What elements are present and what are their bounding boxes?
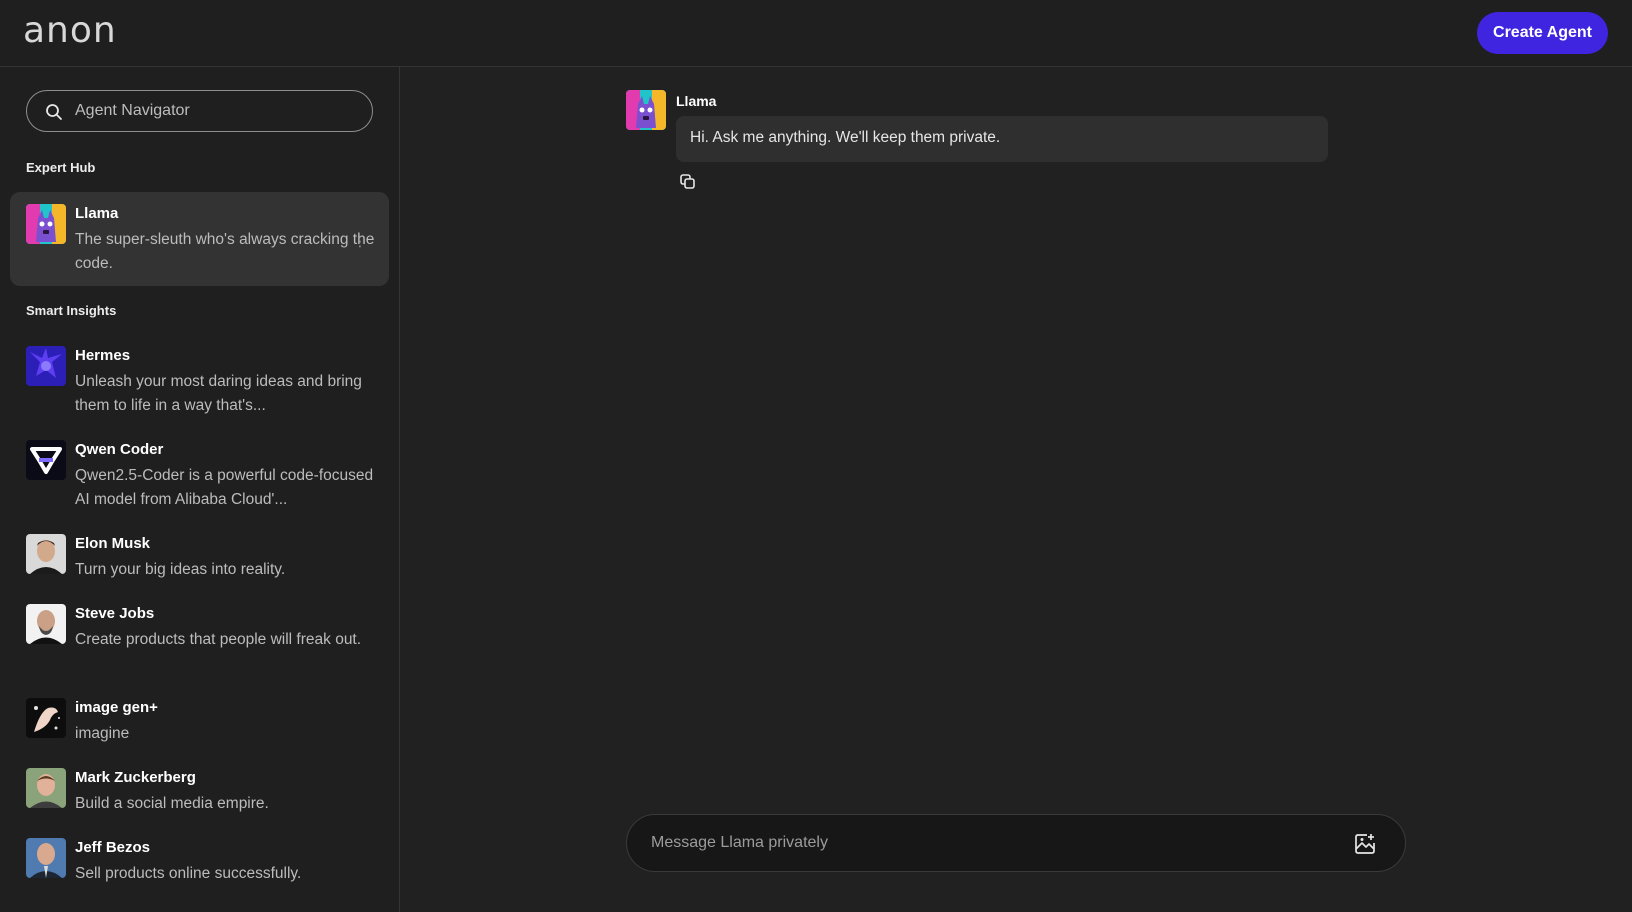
agent-description: Sell products online successfully. [75,865,302,882]
agent-description: Turn your big ideas into reality. [75,561,286,578]
agent-item-image-gen[interactable]: image gen+ imagine [10,686,389,756]
agent-name: Elon Musk [75,535,151,552]
copy-icon[interactable] [678,172,698,192]
llama-avatar [626,90,666,130]
agent-item-mark-zuckerberg[interactable]: Mark Zuckerberg Build a social media emp… [10,756,389,826]
agent-item-qwen-coder[interactable]: Qwen Coder Qwen2.5-Coder is a powerful c… [10,428,389,522]
agent-description: Build a social media empire. [75,795,269,812]
app-logo[interactable]: anon [23,10,117,51]
agent-name: Mark Zuckerberg [75,769,196,786]
agent-name: Llama [75,205,119,222]
agent-search[interactable] [26,90,373,132]
agent-name: Jeff Bezos [75,839,151,856]
agent-name: Qwen Coder [75,441,164,458]
steve-jobs-photo [26,604,66,644]
sidebar: Expert Hub Llama The super-sleuth who's … [0,67,400,912]
agent-description: Unleash your most daring ideas and bring… [75,373,362,414]
elon-musk-photo [26,534,66,574]
agent-item-llama[interactable]: Llama The super-sleuth who's always crac… [10,192,389,286]
jeff-bezos-photo [26,838,66,878]
mark-zuckerberg-photo [26,768,66,808]
hermes-avatar [26,346,66,386]
more-options-icon[interactable]: ⋮ [353,234,367,248]
agent-description: The super-sleuth who's always cracking t… [75,231,375,272]
top-bar: anon Create Agent [0,0,1632,67]
agent-name: Steve Jobs [75,605,155,622]
section-title-smart-insights: Smart Insights [26,303,117,318]
agent-item-hermes[interactable]: Hermes Unleash your most daring ideas an… [10,334,389,428]
message-composer[interactable] [626,814,1406,872]
agent-description: Qwen2.5-Coder is a powerful code-focused… [75,467,374,508]
search-input[interactable] [75,91,365,131]
message-bubble: Hi. Ask me anything. We'll keep them pri… [676,116,1328,162]
agent-name: Hermes [75,347,131,364]
search-icon [46,104,62,120]
agent-item-steve-jobs[interactable]: Steve Jobs Create products that people w… [10,592,389,686]
message-input[interactable] [651,815,1331,871]
section-title-expert-hub: Expert Hub [26,160,96,175]
agent-item-elon-musk[interactable]: Elon Musk Turn your big ideas into reali… [10,522,389,592]
qwen-logo [26,440,66,480]
agent-name: image gen+ [75,699,158,716]
agent-item-jeff-bezos[interactable]: Jeff Bezos Sell products online successf… [10,826,389,896]
llama-avatar [26,204,66,244]
agent-description: Create products that people will freak o… [75,631,362,648]
message-sender-name: Llama [676,93,717,109]
create-agent-button[interactable]: Create Agent [1477,12,1608,54]
image-gen-avatar [26,698,66,738]
agent-description: imagine [75,725,130,742]
add-image-icon[interactable] [1353,832,1377,856]
